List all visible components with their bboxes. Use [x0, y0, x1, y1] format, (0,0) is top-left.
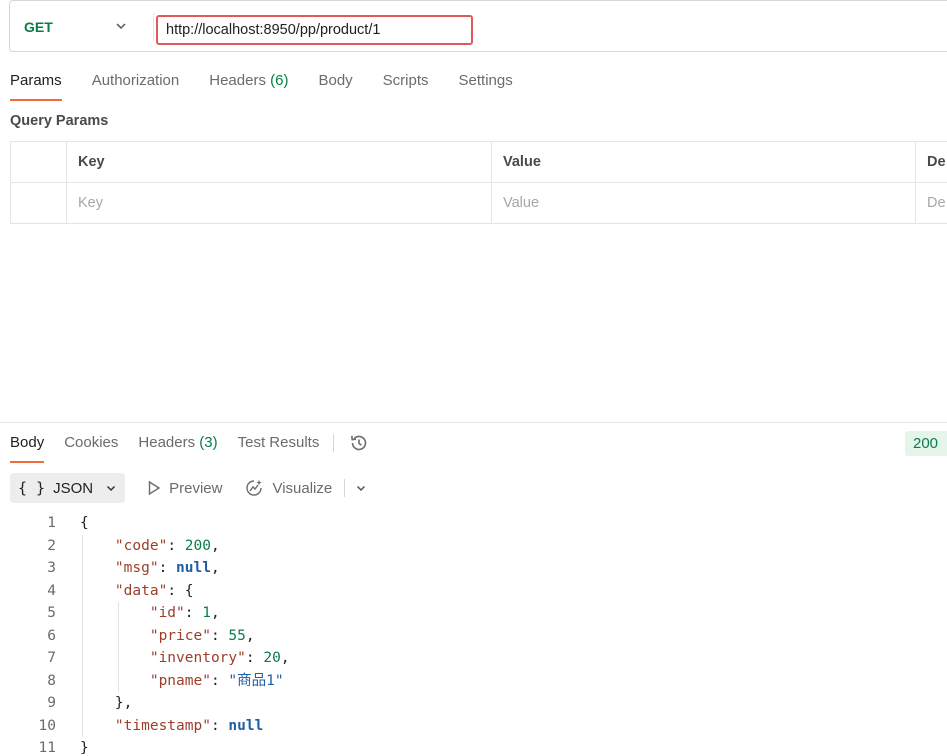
- code-line: 6 "price": 55,: [0, 625, 947, 648]
- tab-label: Headers: [209, 72, 266, 89]
- query-params-title: Query Params: [10, 113, 109, 129]
- code-line: 8 "pname": "商品1": [0, 670, 947, 693]
- tab-params[interactable]: Params: [10, 70, 62, 102]
- tab-label: Params: [10, 72, 62, 89]
- chevron-down-icon: [107, 485, 116, 492]
- indent-guide: [82, 534, 83, 737]
- line-number: 10: [38, 717, 56, 734]
- toolbar-separator: [344, 479, 346, 497]
- tab-label: Headers: [138, 434, 196, 451]
- tab-label: Body: [318, 72, 353, 89]
- indent-guide: [118, 602, 119, 692]
- table-row: Key Value De: [10, 183, 947, 224]
- description-input[interactable]: De: [915, 183, 947, 223]
- status-badge: 200: [905, 431, 947, 456]
- line-number: 3: [47, 560, 56, 576]
- code-text: "price": 55,: [149, 627, 255, 644]
- preview-button[interactable]: Preview: [147, 480, 222, 497]
- checkbox-column-header: [10, 142, 66, 182]
- url-input[interactable]: [156, 15, 473, 45]
- response-toolbar: { } JSON Preview Visualize: [10, 473, 367, 503]
- code-text: }: [80, 740, 89, 756]
- line-number: 2: [47, 537, 56, 554]
- format-select-button[interactable]: { } JSON: [10, 473, 126, 503]
- braces-icon: { }: [18, 479, 46, 497]
- tab-settings[interactable]: Settings: [459, 70, 513, 102]
- response-tabs: Body Cookies Headers (3) Test Results: [10, 432, 370, 464]
- code-text: "code": 200,: [114, 537, 220, 554]
- code-line: 3 "msg": null,: [0, 557, 947, 580]
- code-text: "data": {: [114, 582, 194, 599]
- chevron-down-icon[interactable]: [114, 19, 128, 33]
- play-icon: [148, 480, 161, 496]
- response-tab-headers[interactable]: Headers (3): [138, 432, 217, 464]
- response-tab-test-results[interactable]: Test Results: [238, 432, 320, 464]
- tab-label: Authorization: [91, 72, 180, 89]
- code-line: 5 "id": 1,: [0, 602, 947, 625]
- tab-label: Body: [10, 434, 45, 451]
- tab-body[interactable]: Body: [318, 70, 352, 102]
- code-line: 7 "inventory": 20,: [0, 647, 947, 670]
- chevron-down-icon[interactable]: [355, 482, 367, 494]
- visualize-icon: [246, 480, 263, 496]
- headers-count: (3): [199, 434, 218, 451]
- code-line: 1{: [0, 512, 947, 535]
- line-number: 11: [38, 740, 56, 756]
- response-tab-cookies[interactable]: Cookies: [64, 432, 118, 464]
- preview-label: Preview: [169, 479, 223, 497]
- line-number: 6: [47, 627, 56, 644]
- column-header-value: Value: [491, 142, 915, 182]
- response-divider[interactable]: [0, 422, 947, 423]
- line-number: 4: [47, 582, 56, 599]
- code-text: "id": 1,: [149, 605, 220, 621]
- code-line: 9 },: [0, 692, 947, 715]
- tab-label: Settings: [458, 72, 513, 89]
- tab-label: Test Results: [237, 434, 320, 451]
- key-input[interactable]: Key: [66, 183, 491, 223]
- column-header-key: Key: [66, 142, 491, 182]
- query-params-table: Key Value De Key Value De: [10, 141, 947, 224]
- history-icon[interactable]: [348, 432, 370, 454]
- code-line: 2 "code": 200,: [0, 535, 947, 558]
- tab-separator: [333, 434, 335, 452]
- column-header-description: De: [915, 142, 947, 182]
- line-number: 9: [47, 695, 56, 711]
- line-number: 8: [47, 672, 56, 689]
- tab-headers[interactable]: Headers (6): [209, 70, 288, 102]
- code-text: "inventory": 20,: [149, 650, 290, 666]
- url-bar: GET: [9, 0, 947, 52]
- tab-label: Cookies: [64, 434, 119, 451]
- headers-count: (6): [270, 72, 289, 89]
- code-text: {: [80, 515, 89, 531]
- response-tab-body[interactable]: Body: [10, 432, 45, 464]
- table-header-row: Key Value De: [10, 142, 947, 183]
- line-number: 7: [47, 650, 56, 666]
- response-body-code[interactable]: 1{2 "code": 200, 3 "msg": null, 4 "data": …: [0, 512, 947, 756]
- tab-label: Scripts: [382, 72, 429, 89]
- request-tabs: Params Authorization Headers (6) Body Sc…: [10, 70, 543, 102]
- row-checkbox-cell: [10, 183, 66, 223]
- tab-scripts[interactable]: Scripts: [383, 70, 429, 102]
- code-line: 11}: [0, 737, 947, 756]
- code-text: "pname": "商品1": [149, 672, 284, 689]
- code-line: 10 "timestamp": null: [0, 715, 947, 738]
- code-line: 4 "data": {: [0, 580, 947, 603]
- line-number: 1: [47, 515, 56, 531]
- code-text: },: [80, 695, 133, 711]
- visualize-button[interactable]: Visualize: [244, 478, 332, 498]
- format-label: JSON: [53, 479, 94, 497]
- tab-authorization[interactable]: Authorization: [92, 70, 180, 102]
- method-select[interactable]: GET: [24, 19, 53, 35]
- visualize-label: Visualize: [272, 479, 333, 497]
- code-text: "msg": null,: [114, 560, 220, 576]
- code-text: "timestamp": null: [114, 717, 264, 734]
- value-input[interactable]: Value: [491, 183, 915, 223]
- line-number: 5: [47, 605, 56, 621]
- url-separator: [153, 13, 154, 41]
